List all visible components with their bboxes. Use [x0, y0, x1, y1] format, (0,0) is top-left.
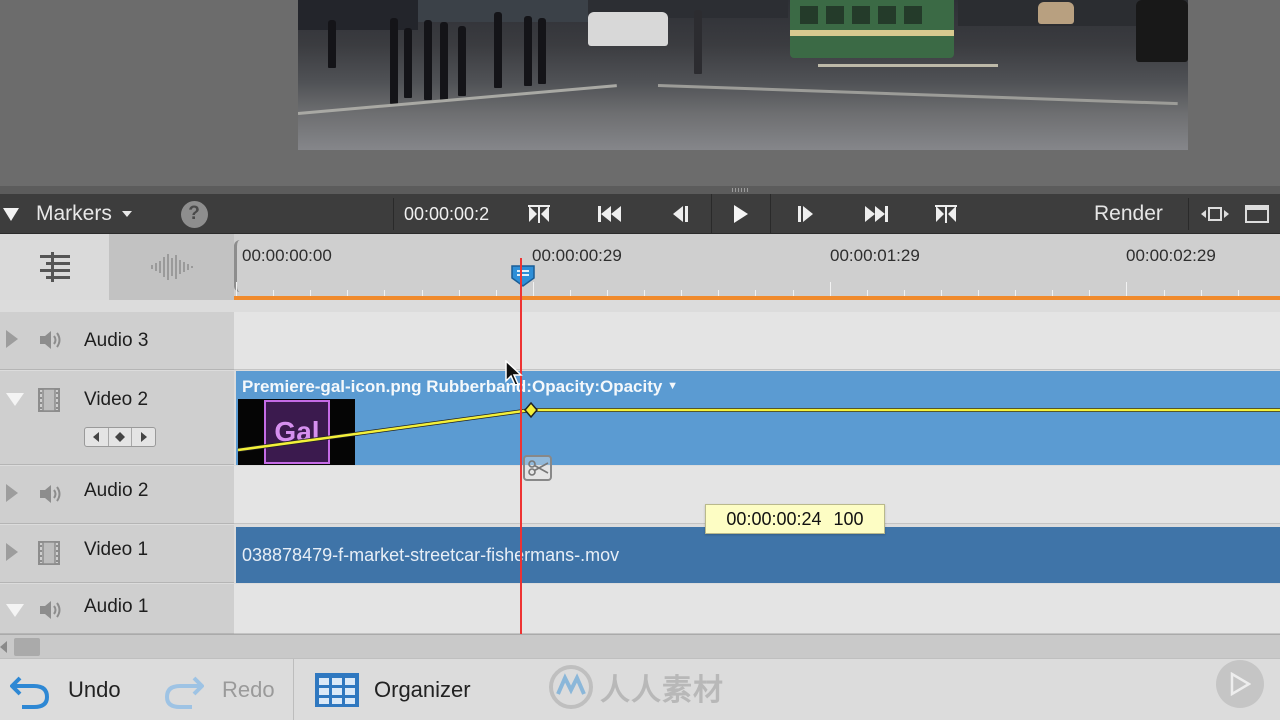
- keyframe-navigator: [84, 427, 156, 447]
- track-name: Audio 3: [84, 330, 149, 351]
- track-body-audio-1[interactable]: [234, 584, 1280, 634]
- ruler-tick: [1126, 282, 1128, 296]
- video-preview[interactable]: [298, 0, 1188, 150]
- markers-label: Markers: [36, 202, 112, 225]
- go-to-beginning-icon[interactable]: [590, 194, 630, 234]
- track-name: Video 2: [84, 389, 149, 410]
- scissors-icon[interactable]: [523, 455, 552, 481]
- ruler-label: 00:00:01:29: [830, 246, 920, 265]
- track-header-audio-3: Audio 3: [0, 312, 234, 370]
- render-button[interactable]: Render: [1094, 194, 1163, 234]
- organizer-grid-icon: [315, 673, 359, 707]
- scroll-left-icon[interactable]: [0, 641, 7, 653]
- track-body-audio-3[interactable]: [234, 312, 1280, 370]
- redo-icon: [164, 676, 204, 709]
- waveform-icon: [150, 254, 193, 280]
- track-name: Audio 1: [84, 596, 149, 617]
- mouse-cursor-icon: [505, 360, 523, 386]
- timeline-view-button[interactable]: [0, 234, 109, 300]
- help-icon: ?: [180, 200, 208, 228]
- film-icon[interactable]: [38, 388, 60, 412]
- collapse-icon[interactable]: [6, 393, 24, 406]
- organizer-button[interactable]: Organizer: [314, 659, 471, 720]
- organizer-label: Organizer: [374, 677, 471, 702]
- watermark-logo-icon: [549, 665, 593, 709]
- ruler-label: 00:00:00:29: [532, 246, 622, 265]
- go-to-next-edit-icon[interactable]: [926, 194, 966, 234]
- markers-dropdown[interactable]: Markers: [36, 194, 132, 234]
- undo-label: Undo: [68, 677, 121, 702]
- help-button[interactable]: ?: [180, 194, 208, 234]
- track-name: Audio 2: [84, 480, 149, 501]
- watermark: 人人素材: [548, 664, 724, 710]
- clip-title: Premiere-gal-icon.png Rubberband:Opacity…: [242, 377, 678, 396]
- time-ruler[interactable]: 00:00:00:00 00:00:00:29 00:00:01:29 00:0…: [234, 234, 1280, 300]
- next-keyframe-icon[interactable]: [132, 428, 155, 446]
- clip-premiere-gal-icon[interactable]: Premiere-gal-icon.png Rubberband:Opacity…: [236, 371, 1280, 465]
- track-header-video-1: Video 1: [0, 525, 234, 583]
- chevron-down-icon[interactable]: ▼: [667, 380, 678, 392]
- current-timecode[interactable]: 00:00:00:2: [404, 194, 489, 234]
- scrollbar-thumb[interactable]: [14, 638, 40, 656]
- ruler-label: 00:00:02:29: [1126, 246, 1216, 265]
- audio-mixer-view-button[interactable]: [109, 234, 234, 300]
- ruler-tick: [236, 282, 237, 296]
- panel-splitter[interactable]: [0, 186, 1280, 194]
- tooltip-value: 100: [833, 508, 864, 529]
- track-name: Video 1: [84, 539, 149, 560]
- play-icon: [1230, 672, 1251, 696]
- undo-button[interactable]: Undo: [10, 659, 121, 720]
- premiere-gal-logo: Gal: [264, 400, 330, 464]
- timeline-toolbar: Markers ? 00:00:00:2 Render: [0, 194, 1280, 234]
- view-toggle: [0, 234, 234, 300]
- play-overlay-button[interactable]: [1216, 660, 1264, 708]
- timeline-view-icon: [39, 252, 70, 282]
- tooltip-time: 00:00:00:24: [726, 508, 822, 529]
- track-header-audio-1: Audio 1: [0, 584, 234, 634]
- horizontal-scrollbar[interactable]: [0, 634, 1280, 658]
- expand-icon[interactable]: [6, 330, 18, 348]
- step-back-icon[interactable]: [660, 194, 700, 234]
- go-to-end-icon[interactable]: [856, 194, 896, 234]
- chevron-down-icon: [121, 211, 132, 217]
- film-icon[interactable]: [38, 541, 60, 565]
- speaker-icon[interactable]: [38, 599, 64, 621]
- speaker-icon[interactable]: [38, 329, 64, 351]
- track-header-audio-2: Audio 2: [0, 466, 234, 524]
- full-screen-icon[interactable]: [1242, 194, 1272, 234]
- work-area-bar[interactable]: [234, 296, 1280, 300]
- monitor-panel: [0, 0, 1280, 186]
- watermark-text: 人人素材: [600, 674, 724, 707]
- play-icon[interactable]: [721, 194, 761, 234]
- go-to-previous-edit-icon[interactable]: [519, 194, 559, 234]
- premiere-elements-window: Markers ? 00:00:00:2 Render 00:00:00:00 …: [0, 0, 1280, 720]
- keyframe-tooltip: 00:00:00:24 100: [705, 504, 885, 534]
- redo-button[interactable]: Redo: [164, 659, 275, 720]
- clip-title: 038878479-f-market-streetcar-fishermans-…: [242, 545, 620, 565]
- expand-icon[interactable]: [6, 484, 18, 502]
- collapse-toggle-icon[interactable]: [0, 194, 22, 234]
- ruler-label: 00:00:00:00: [242, 246, 332, 265]
- clip-thumbnail: Gal: [238, 399, 355, 465]
- previous-keyframe-icon[interactable]: [85, 428, 109, 446]
- add-keyframe-icon[interactable]: [109, 428, 133, 446]
- collapse-icon[interactable]: [6, 604, 24, 617]
- expand-icon[interactable]: [6, 543, 18, 561]
- undo-icon: [10, 676, 50, 709]
- clip-market-streetcar[interactable]: 038878479-f-market-streetcar-fishermans-…: [236, 527, 1280, 583]
- playhead[interactable]: [520, 258, 522, 634]
- fit-to-window-icon[interactable]: [1198, 194, 1232, 234]
- step-forward-icon[interactable]: [786, 194, 826, 234]
- speaker-icon[interactable]: [38, 483, 64, 505]
- marker-flag-icon[interactable]: [510, 264, 536, 288]
- redo-label: Redo: [222, 677, 275, 702]
- ruler-tick: [829, 282, 831, 296]
- track-header-video-2: Video 2: [0, 371, 234, 465]
